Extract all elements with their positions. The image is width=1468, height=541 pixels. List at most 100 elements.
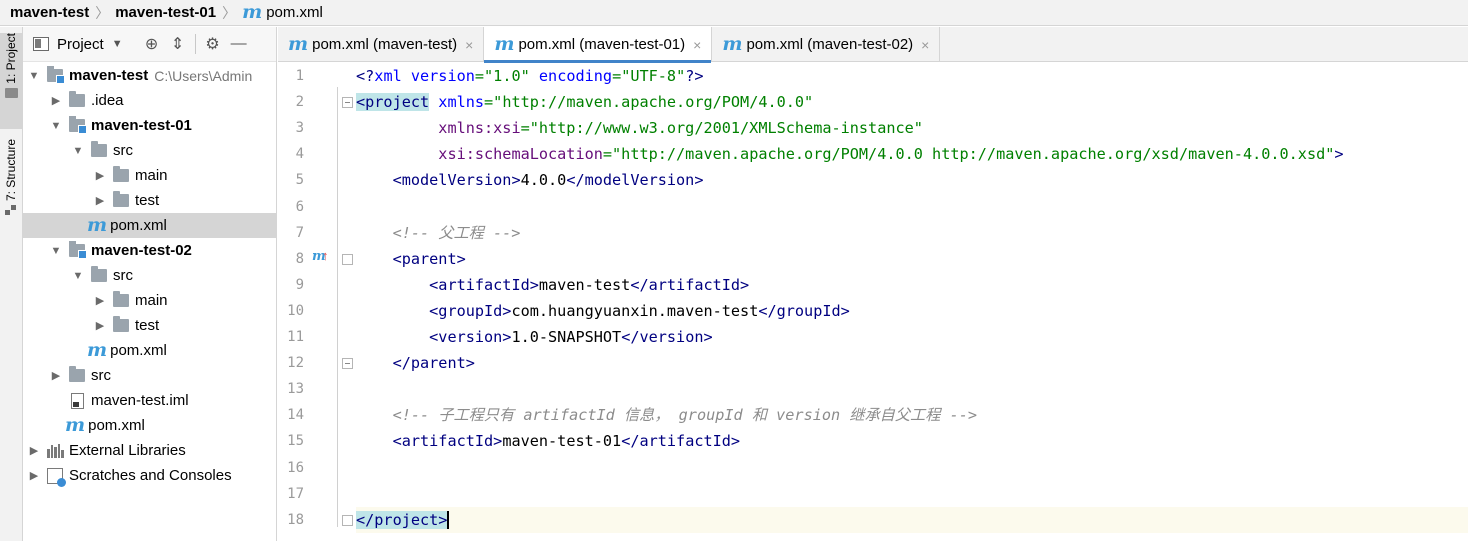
chevron-right-icon[interactable]: ▶ <box>93 194 107 207</box>
editor-tab[interactable]: m pom.xml (maven-test-02) × <box>712 27 941 62</box>
tree-item[interactable]: ▶ test <box>23 188 276 213</box>
breadcrumb-item[interactable]: m pom.xml <box>242 3 323 22</box>
chevron-down-icon[interactable]: ▼ <box>27 70 41 82</box>
tree-item[interactable]: ▼ src <box>23 263 276 288</box>
close-icon[interactable]: × <box>921 37 929 53</box>
code-line[interactable]: <groupId>com.huangyuanxin.maven-test</gr… <box>356 298 1468 324</box>
chevron-right-icon[interactable]: ▶ <box>49 369 63 382</box>
code-line[interactable]: </project> <box>356 506 1468 533</box>
maven-icon: m <box>494 33 515 55</box>
tree-item[interactable]: ▶ Scratches and Consoles <box>23 463 276 488</box>
code-line[interactable]: <artifactId>maven-test</artifactId> <box>356 272 1468 298</box>
project-tool-tab-label: 1: Project <box>4 33 18 84</box>
tree-item[interactable]: ▶ main <box>23 163 276 188</box>
code-token: <parent> <box>392 249 466 268</box>
tree-item[interactable]: ▶ External Libraries <box>23 438 276 463</box>
fold-marker-icon[interactable] <box>342 514 353 526</box>
tree-item[interactable]: ▶mpom.xml <box>23 413 276 438</box>
fold-marker-icon[interactable] <box>342 358 353 370</box>
locate-icon[interactable]: ⊕ <box>139 32 165 56</box>
chevron-down-icon[interactable]: ▼ <box>49 120 63 132</box>
tree-item[interactable]: ▶mpom.xml <box>23 338 276 363</box>
maven-file-icon: m <box>65 414 86 436</box>
code-line[interactable]: </parent> <box>356 350 1468 376</box>
code-token: maven-test <box>538 275 631 294</box>
code-token: ="http://maven.apache.org/POM/4.0.0" <box>484 93 814 112</box>
close-icon[interactable]: × <box>465 37 473 53</box>
tree-item[interactable]: ▶mpom.xml <box>23 213 276 238</box>
code-line[interactable]: <?xml version="1.0" encoding="UTF-8"?> <box>356 63 1468 89</box>
code-line[interactable] <box>356 481 1468 507</box>
code-line[interactable] <box>356 194 1468 220</box>
tree-item-label: maven-test <box>69 67 149 84</box>
tree-item[interactable]: ▶ .idea <box>23 88 276 113</box>
fold-marker-icon[interactable] <box>342 97 353 109</box>
tree-item-label: .idea <box>91 92 124 109</box>
code-line[interactable]: <version>1.0-SNAPSHOT</version> <box>356 324 1468 350</box>
tree-item[interactable]: ▶maven-test.iml <box>23 388 276 413</box>
chevron-right-icon[interactable]: ▶ <box>93 294 107 307</box>
tree-item[interactable]: ▶ test <box>23 313 276 338</box>
chevron-down-icon[interactable]: ▼ <box>49 245 63 257</box>
tree-item[interactable]: ▼ maven-test-02 <box>23 238 276 263</box>
tree-item-label: pom.xml <box>88 417 145 434</box>
collapse-all-icon[interactable]: ⇕ <box>165 32 191 56</box>
code-line[interactable]: <parent> <box>356 246 1468 272</box>
breadcrumb-label: pom.xml <box>266 4 323 21</box>
code-editor[interactable]: <?xml version="1.0" encoding="UTF-8"?> <p… <box>356 63 1468 541</box>
project-tool-tab[interactable]: 1: Project <box>0 33 22 129</box>
code-line[interactable]: <artifactId>maven-test-01</artifactId> <box>356 428 1468 454</box>
tree-item-label: External Libraries <box>69 442 186 459</box>
breadcrumb-item[interactable]: maven-test <box>10 4 89 21</box>
tree-item[interactable]: ▼ maven-test C:\Users\Admin <box>23 63 276 88</box>
project-view-selector[interactable]: Project <box>57 36 104 53</box>
structure-tool-tab[interactable]: 7: Structure <box>0 139 22 239</box>
editor-tab[interactable]: m pom.xml (maven-test-01) × <box>484 27 713 63</box>
chevron-down-icon[interactable]: ▼ <box>71 145 85 157</box>
code-line[interactable]: xmlns:xsi="http://www.w3.org/2001/XMLSch… <box>356 115 1468 141</box>
breadcrumb: maven-test 〉 maven-test-01 〉 m pom.xml <box>0 0 1468 26</box>
divider <box>194 34 196 54</box>
chevron-down-icon[interactable]: ▼ <box>112 38 123 50</box>
maven-icon: m <box>242 1 263 23</box>
breadcrumb-item[interactable]: maven-test-01 <box>115 4 216 21</box>
fold-marker-icon[interactable] <box>342 253 353 265</box>
folder-icon <box>91 141 107 157</box>
code-line[interactable]: <project xmlns="http://maven.apache.org/… <box>356 89 1468 115</box>
code-line[interactable]: <!-- 父工程 --> <box>356 220 1468 246</box>
hide-icon[interactable]: — <box>226 32 252 56</box>
folder-icon <box>113 191 129 207</box>
chevron-right-icon[interactable]: ▶ <box>27 469 41 482</box>
arrow-up-icon[interactable]: ↑ <box>322 248 329 263</box>
editor-tab[interactable]: m pom.xml (maven-test) × <box>278 27 485 62</box>
line-number: 4 <box>295 146 304 163</box>
tree-item[interactable]: ▶ src <box>23 363 276 388</box>
chevron-right-icon[interactable]: ▶ <box>49 94 63 107</box>
code-token: maven-test-01 <box>502 432 622 451</box>
chevron-right-icon[interactable]: ▶ <box>93 319 107 332</box>
code-line[interactable]: xsi:schemaLocation="http://maven.apache.… <box>356 141 1468 167</box>
tree-item[interactable]: ▶ main <box>23 288 276 313</box>
close-icon[interactable]: × <box>693 37 701 53</box>
tree-item[interactable]: ▼ maven-test-01 <box>23 113 276 138</box>
gear-icon[interactable]: ⚙ <box>200 32 226 56</box>
editor-tab-label: pom.xml (maven-test-01) <box>518 36 686 53</box>
code-line[interactable]: <!-- 子工程只有 artifactId 信息， groupId 和 vers… <box>356 402 1468 428</box>
chevron-down-icon[interactable]: ▼ <box>71 270 85 282</box>
chevron-right-icon[interactable]: ▶ <box>93 169 107 182</box>
module-folder-icon <box>47 66 65 84</box>
line-number: 2 <box>295 94 304 111</box>
code-line[interactable] <box>356 376 1468 402</box>
line-number: 11 <box>287 329 304 345</box>
code-line[interactable]: <modelVersion>4.0.0</modelVersion> <box>356 167 1468 193</box>
chevron-right-icon[interactable]: ▶ <box>27 444 41 457</box>
tree-item[interactable]: ▼ src <box>23 138 276 163</box>
line-number: 14 <box>287 407 304 424</box>
folder-icon <box>4 87 18 98</box>
code-line[interactable] <box>356 455 1468 481</box>
